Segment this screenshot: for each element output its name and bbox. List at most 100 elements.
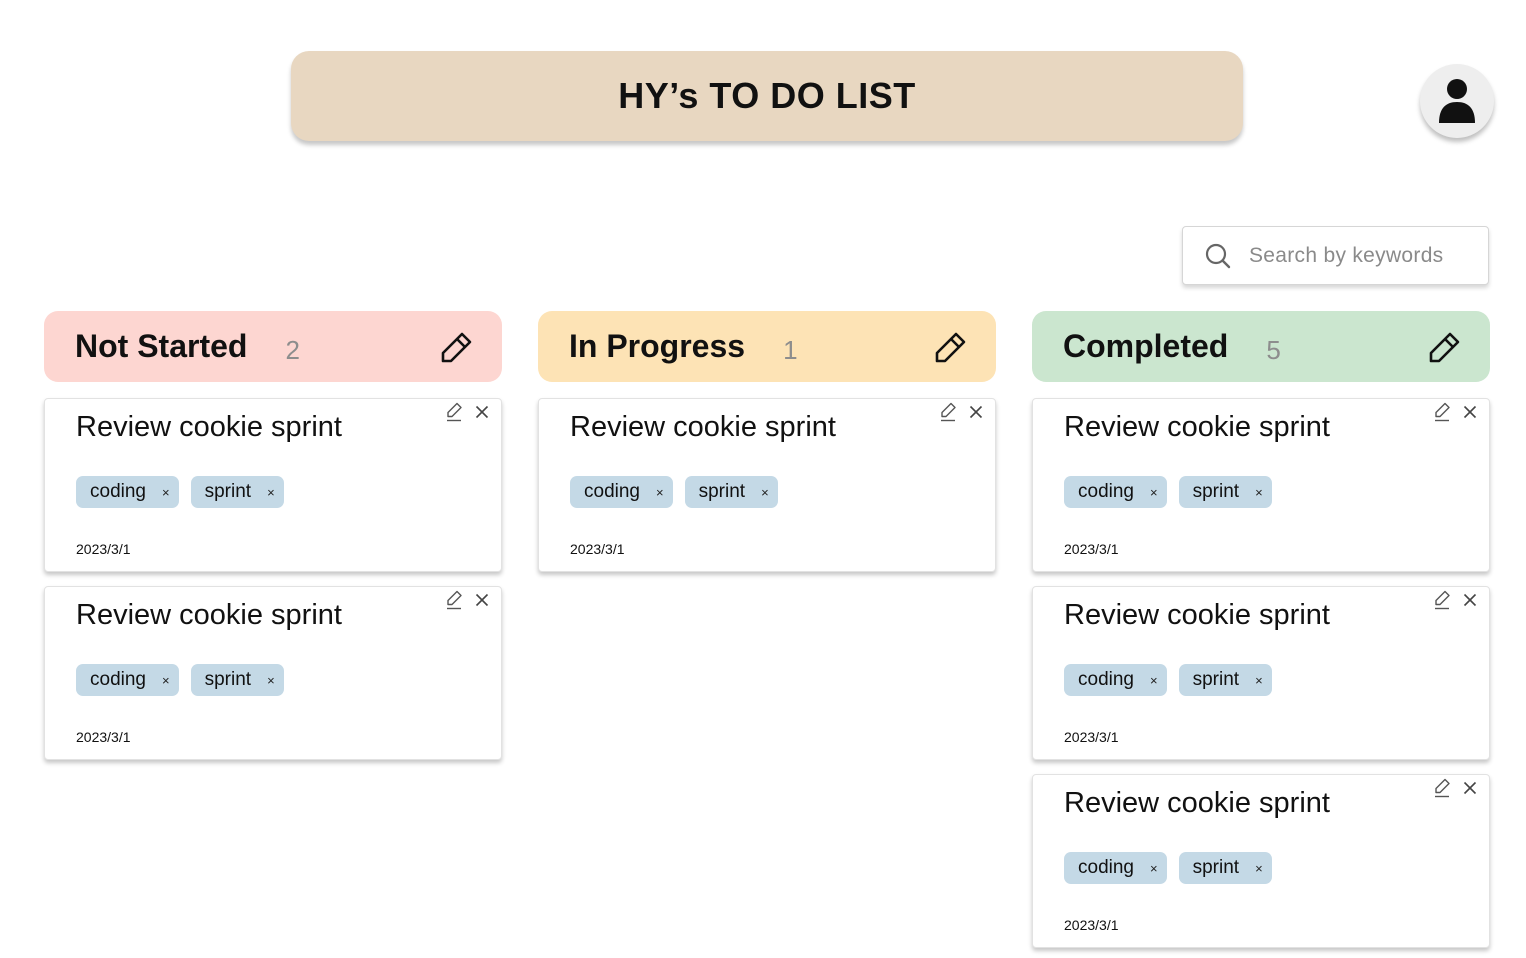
card-tools (1431, 589, 1481, 611)
tag-label: coding (1078, 481, 1134, 502)
tag-label: coding (1078, 669, 1134, 690)
pencil-icon (1429, 332, 1460, 363)
card-delete-button[interactable] (1459, 401, 1481, 423)
tag-label: coding (1078, 857, 1134, 878)
page-title: HY’s TO DO LIST (618, 75, 916, 116)
card-edit-button[interactable] (443, 401, 465, 423)
user-icon (1439, 79, 1475, 123)
task-date: 2023/3/1 (1064, 729, 1119, 745)
card-edit-button[interactable] (1431, 589, 1453, 611)
card-edit-button[interactable] (1431, 777, 1453, 799)
tag-chip: coding × (570, 476, 673, 508)
tag-label: coding (90, 481, 146, 502)
search-box[interactable] (1182, 226, 1489, 285)
task-title: Review cookie sprint (1064, 787, 1330, 819)
column-in-progress: In Progress 1 Review cookie sprint codin… (538, 311, 996, 572)
tag-chip: sprint × (190, 476, 284, 508)
tag-label: sprint (1192, 669, 1240, 690)
close-icon (475, 405, 489, 419)
tag-remove-button[interactable]: × (162, 485, 170, 500)
tag-label: coding (90, 669, 146, 690)
column-title: Completed (1063, 328, 1229, 364)
task-title: Review cookie sprint (570, 411, 836, 443)
card-delete-button[interactable] (1459, 777, 1481, 799)
column-title: Not Started (75, 328, 248, 364)
tag-remove-button[interactable]: × (1150, 861, 1158, 876)
column-header: Completed 5 (1032, 311, 1490, 382)
tag-chip: coding × (1064, 664, 1167, 696)
tag-remove-button[interactable]: × (162, 673, 170, 688)
tag-remove-button[interactable]: × (267, 673, 275, 688)
column-count-badge: 5 (1266, 335, 1281, 365)
tag-chip: sprint × (1178, 476, 1272, 508)
task-title: Review cookie sprint (76, 411, 342, 443)
task-title: Review cookie sprint (1064, 411, 1330, 443)
tag-chip: sprint × (684, 476, 778, 508)
tag-list: coding × sprint × (1064, 664, 1272, 696)
column-header: Not Started 2 (44, 311, 502, 382)
task-card[interactable]: Review cookie sprint coding × sprint × 202… (1032, 586, 1490, 760)
tag-remove-button[interactable]: × (1150, 485, 1158, 500)
tag-chip: coding × (76, 476, 179, 508)
tag-chip: coding × (1064, 476, 1167, 508)
tag-remove-button[interactable]: × (1150, 673, 1158, 688)
close-icon (969, 405, 983, 419)
pencil-icon (441, 332, 472, 363)
task-card[interactable]: Review cookie sprint coding × sprint × 202… (44, 586, 502, 760)
user-avatar-button[interactable] (1420, 64, 1494, 138)
pencil-icon (447, 590, 462, 610)
search-icon (1205, 243, 1231, 268)
tag-label: sprint (204, 481, 252, 502)
card-edit-button[interactable] (443, 589, 465, 611)
task-card[interactable]: Review cookie sprint coding × sprint × 202… (1032, 774, 1490, 948)
tag-chip: coding × (76, 664, 179, 696)
task-title: Review cookie sprint (1064, 599, 1330, 631)
pencil-icon (1435, 590, 1450, 610)
task-date: 2023/3/1 (1064, 541, 1119, 557)
card-delete-button[interactable] (471, 589, 493, 611)
task-card[interactable]: Review cookie sprint coding × sprint × 202… (44, 398, 502, 572)
pencil-icon (935, 332, 966, 363)
tag-list: coding × sprint × (76, 664, 284, 696)
column-count-badge: 1 (783, 335, 798, 365)
column-completed: Completed 5 Review cookie sprint coding … (1032, 311, 1490, 948)
tag-chip: sprint × (1178, 852, 1272, 884)
column-edit-button[interactable] (1428, 330, 1462, 364)
tag-chip: sprint × (190, 664, 284, 696)
search-input[interactable] (1249, 243, 1479, 268)
column-edit-button[interactable] (440, 330, 474, 364)
tag-chip: coding × (1064, 852, 1167, 884)
column-edit-button[interactable] (934, 330, 968, 364)
card-delete-button[interactable] (1459, 589, 1481, 611)
app-title-bar: HY’s TO DO LIST (291, 51, 1243, 141)
task-date: 2023/3/1 (1064, 917, 1119, 933)
column-count-badge: 2 (285, 335, 300, 365)
card-tools (1431, 777, 1481, 799)
pencil-icon (941, 402, 956, 422)
tag-remove-button[interactable]: × (1255, 673, 1263, 688)
close-icon (1463, 593, 1477, 607)
column-not-started: Not Started 2 Review cookie sprint codin… (44, 311, 502, 760)
tag-remove-button[interactable]: × (761, 485, 769, 500)
pencil-icon (447, 402, 462, 422)
card-tools (1431, 401, 1481, 423)
task-date: 2023/3/1 (570, 541, 625, 557)
card-edit-button[interactable] (1431, 401, 1453, 423)
pencil-icon (1435, 778, 1450, 798)
card-delete-button[interactable] (965, 401, 987, 423)
tag-remove-button[interactable]: × (1255, 861, 1263, 876)
tag-remove-button[interactable]: × (267, 485, 275, 500)
card-tools (443, 589, 493, 611)
card-tools (443, 401, 493, 423)
task-date: 2023/3/1 (76, 729, 131, 745)
tag-chip: sprint × (1178, 664, 1272, 696)
tag-remove-button[interactable]: × (1255, 485, 1263, 500)
task-card[interactable]: Review cookie sprint coding × sprint × 202… (1032, 398, 1490, 572)
card-edit-button[interactable] (937, 401, 959, 423)
tag-label: sprint (204, 669, 252, 690)
card-delete-button[interactable] (471, 401, 493, 423)
task-card[interactable]: Review cookie sprint coding × sprint × 202… (538, 398, 996, 572)
tag-list: coding × sprint × (1064, 476, 1272, 508)
tag-remove-button[interactable]: × (656, 485, 664, 500)
task-date: 2023/3/1 (76, 541, 131, 557)
